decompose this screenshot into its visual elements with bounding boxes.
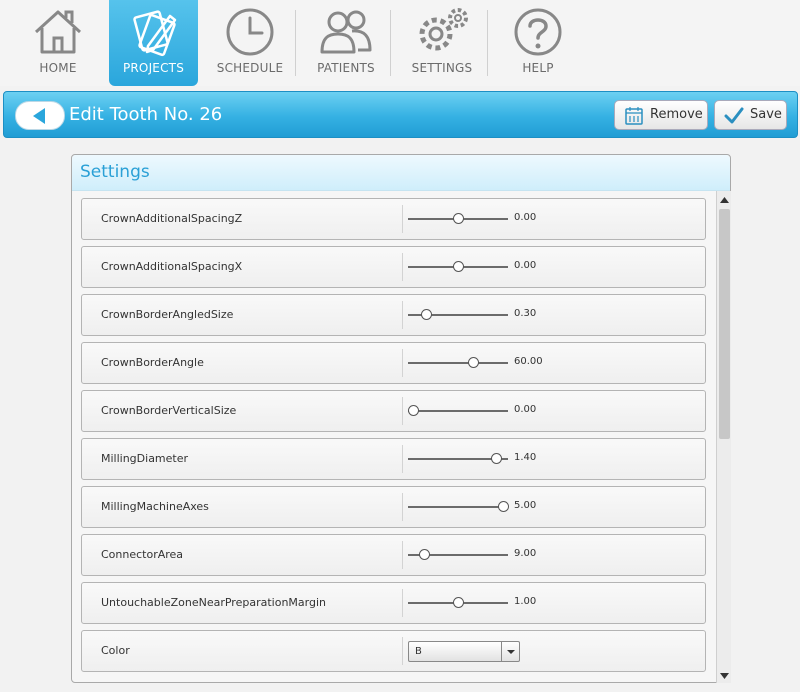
title-bar: Edit Tooth No. 26 Remove Save <box>3 91 798 138</box>
nav-home-label: HOME <box>39 61 77 75</box>
setting-label: CrownBorderAngledSize <box>101 308 234 321</box>
nav-projects[interactable]: PROJECTS <box>109 0 198 86</box>
setting-row: CrownBorderAngle 60.00 <box>81 342 706 384</box>
slider-value: 1.40 <box>514 452 537 463</box>
slider-value: 0.00 <box>514 212 537 223</box>
nav-settings-label: SETTINGS <box>411 61 473 75</box>
vertical-scrollbar[interactable] <box>716 191 731 683</box>
save-label: Save <box>750 107 782 122</box>
slider-track[interactable] <box>408 410 508 412</box>
setting-row: CrownBorderVerticalSize 0.00 <box>81 390 706 432</box>
house-icon <box>34 10 82 54</box>
slider-value: 0.30 <box>514 308 537 319</box>
chevron-down-icon[interactable] <box>501 642 519 661</box>
nav-separator <box>390 10 391 76</box>
nav-home[interactable]: HOME <box>18 0 98 86</box>
slider-thumb[interactable] <box>468 357 479 368</box>
calendar-icon <box>625 107 643 125</box>
slider-thumb[interactable] <box>491 453 502 464</box>
slider-thumb[interactable] <box>453 261 464 272</box>
setting-label: MillingDiameter <box>101 452 189 465</box>
top-navigation: HOME PROJECTS SCHEDULE PATIENTS SETTINGS… <box>0 0 800 86</box>
row-divider <box>402 637 403 665</box>
color-select-value: B <box>415 646 422 657</box>
back-button[interactable] <box>15 101 65 130</box>
row-divider <box>402 445 403 473</box>
nav-separator <box>487 10 488 76</box>
page-title: Edit Tooth No. 26 <box>69 104 223 125</box>
color-select[interactable]: B <box>408 641 520 662</box>
nav-schedule[interactable]: SCHEDULE <box>210 0 290 86</box>
setting-row-color: Color B <box>81 630 706 672</box>
slider-track[interactable] <box>408 362 508 364</box>
setting-label: Color <box>101 644 130 657</box>
setting-label: CrownAdditionalSpacingX <box>101 260 243 273</box>
nav-help[interactable]: HELP <box>498 0 578 86</box>
row-divider <box>402 541 403 569</box>
setting-row: ConnectorArea 9.00 <box>81 534 706 576</box>
remove-button[interactable]: Remove <box>614 100 708 130</box>
row-divider <box>402 589 403 617</box>
projects-icon <box>132 10 176 57</box>
save-button[interactable]: Save <box>714 100 787 130</box>
setting-row: CrownBorderAngledSize 0.30 <box>81 294 706 336</box>
gears-icon <box>419 8 468 51</box>
question-icon <box>514 8 562 56</box>
slider-thumb[interactable] <box>421 309 432 320</box>
setting-label: UntouchableZoneNearPreparationMargin <box>101 596 326 609</box>
row-divider <box>402 301 403 329</box>
setting-row: MillingMachineAxes 5.00 <box>81 486 706 528</box>
row-divider <box>402 397 403 425</box>
setting-label: ConnectorArea <box>101 548 184 561</box>
row-divider <box>402 493 403 521</box>
slider-thumb[interactable] <box>408 405 419 416</box>
people-icon <box>320 10 372 54</box>
setting-label: CrownBorderVerticalSize <box>101 404 237 417</box>
nav-projects-label: PROJECTS <box>122 61 185 75</box>
nav-help-label: HELP <box>522 61 554 75</box>
setting-row: UntouchableZoneNearPreparationMargin 1.00 <box>81 582 706 624</box>
settings-panel: Settings CrownAdditionalSpacingZ 0.00 Crow… <box>71 154 731 683</box>
panel-title: Settings <box>80 162 150 182</box>
setting-row: MillingDiameter 1.40 <box>81 438 706 480</box>
slider-value: 0.00 <box>514 260 537 271</box>
setting-row: CrownAdditionalSpacingX 0.00 <box>81 246 706 288</box>
scroll-down-arrow-icon[interactable] <box>718 668 731 682</box>
clock-icon <box>226 8 274 56</box>
checkmark-icon <box>724 107 744 124</box>
slider-thumb[interactable] <box>498 501 509 512</box>
row-divider <box>402 205 403 233</box>
nav-patients-label: PATIENTS <box>317 61 375 75</box>
row-divider <box>402 253 403 281</box>
nav-settings[interactable]: SETTINGS <box>402 0 482 86</box>
row-divider <box>402 349 403 377</box>
slider-value: 1.00 <box>514 596 537 607</box>
setting-label: CrownBorderAngle <box>101 356 204 369</box>
remove-label: Remove <box>650 107 703 122</box>
slider-track[interactable] <box>408 506 508 508</box>
slider-thumb[interactable] <box>453 213 464 224</box>
slider-value: 0.00 <box>514 404 537 415</box>
setting-label: CrownAdditionalSpacingZ <box>101 212 243 225</box>
back-arrow-icon <box>33 108 45 124</box>
slider-value: 60.00 <box>514 356 543 367</box>
panel-header: Settings <box>72 155 730 191</box>
slider-thumb[interactable] <box>419 549 430 560</box>
nav-schedule-label: SCHEDULE <box>216 61 284 75</box>
nav-separator <box>295 10 296 76</box>
slider-thumb[interactable] <box>453 597 464 608</box>
nav-patients[interactable]: PATIENTS <box>306 0 386 86</box>
slider-value: 9.00 <box>514 548 537 559</box>
scrollbar-thumb[interactable] <box>719 209 730 439</box>
setting-row: CrownAdditionalSpacingZ 0.00 <box>81 198 706 240</box>
slider-value: 5.00 <box>514 500 537 511</box>
scroll-up-arrow-icon[interactable] <box>718 192 731 206</box>
setting-label: MillingMachineAxes <box>101 500 209 513</box>
